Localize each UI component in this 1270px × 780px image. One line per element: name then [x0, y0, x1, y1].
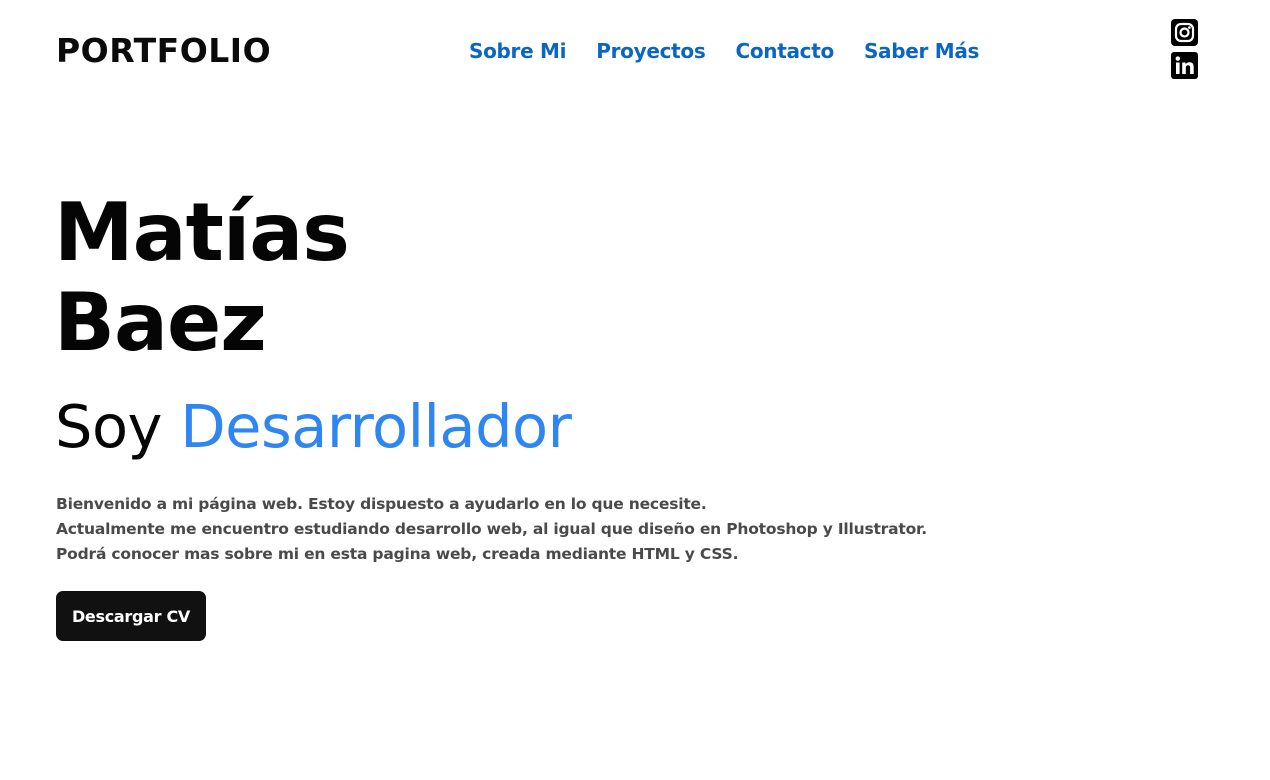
description-line-3: Podrá conocer mas sobre mi en esta pagin…: [56, 545, 739, 563]
social-links: [1171, 19, 1198, 79]
linkedin-link[interactable]: [1171, 52, 1198, 79]
instagram-link[interactable]: [1171, 19, 1198, 46]
hero-description: Bienvenido a mi página web. Estoy dispue…: [56, 492, 956, 567]
nav-link-contacto[interactable]: Contacto: [735, 38, 834, 64]
site-logo[interactable]: PORTFOLIO: [56, 31, 271, 71]
nav-link-saber-mas[interactable]: Saber Más: [864, 38, 980, 64]
role-prefix: Soy: [55, 392, 162, 461]
portfolio-page: PORTFOLIO Sobre Mi Proyectos Contacto Sa…: [0, 0, 1270, 780]
linkedin-icon: [1171, 52, 1198, 79]
hero-last-name: Baez: [54, 276, 267, 369]
description-line-1: Bienvenido a mi página web. Estoy dispue…: [56, 495, 707, 513]
main-nav: Sobre Mi Proyectos Contacto Saber Más: [469, 38, 979, 64]
instagram-icon: [1171, 19, 1198, 46]
hero-role: Soy Desarrollador: [55, 392, 572, 462]
nav-link-proyectos[interactable]: Proyectos: [596, 38, 706, 64]
nav-link-sobre-mi[interactable]: Sobre Mi: [469, 38, 567, 64]
role-highlight: Desarrollador: [180, 392, 572, 461]
description-line-2: Actualmente me encuentro estudiando desa…: [56, 520, 927, 538]
hero-name: Matías Baez: [54, 186, 350, 369]
download-cv-button[interactable]: Descargar CV: [56, 591, 206, 641]
hero-first-name: Matías: [54, 186, 350, 279]
